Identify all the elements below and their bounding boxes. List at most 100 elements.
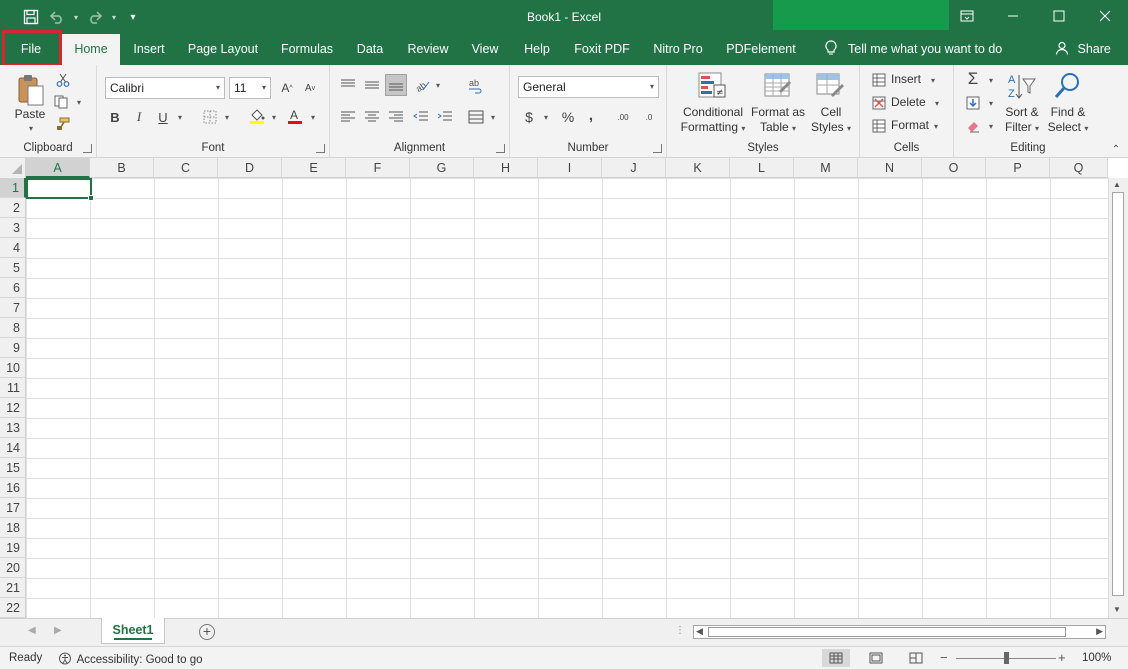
share-button[interactable]: Share [1055, 34, 1111, 65]
delete-cells-button[interactable]: Delete [891, 95, 926, 109]
scroll-sheets-left-icon[interactable]: ◀ [28, 625, 36, 636]
column-header-g[interactable]: G [410, 158, 474, 178]
delete-cells-icon[interactable] [870, 94, 888, 112]
zoom-out-icon[interactable]: − [940, 650, 948, 665]
column-header-n[interactable]: N [858, 158, 922, 178]
tab-data[interactable]: Data [348, 34, 392, 65]
row-header-7[interactable]: 7 [0, 298, 26, 318]
number-format-dropdown-icon[interactable]: ▾ [650, 77, 654, 97]
increase-decimal-button[interactable]: .00 [610, 105, 636, 129]
tab-foxit-pdf[interactable]: Foxit PDF [570, 34, 634, 65]
maximize-icon[interactable] [1036, 0, 1082, 32]
tell-me-search[interactable]: Tell me what you want to do [822, 34, 1002, 65]
autosum-icon[interactable]: Σ [962, 69, 984, 89]
row-header-15[interactable]: 15 [0, 458, 26, 478]
format-cells-icon[interactable] [870, 117, 888, 135]
scroll-left-icon[interactable]: ◀ [696, 626, 703, 637]
row-header-3[interactable]: 3 [0, 218, 26, 238]
scroll-right-icon[interactable]: ▶ [1096, 626, 1103, 637]
fill-icon[interactable] [963, 93, 983, 113]
increase-font-size-icon[interactable]: A ^ [277, 77, 297, 99]
find-select-icon[interactable] [1050, 69, 1084, 103]
row-header-6[interactable]: 6 [0, 278, 26, 298]
column-header-b[interactable]: B [90, 158, 154, 178]
row-header-12[interactable]: 12 [0, 398, 26, 418]
copy-icon[interactable] [52, 93, 72, 111]
format-painter-icon[interactable] [54, 115, 72, 133]
ribbon-display-options-icon[interactable] [944, 0, 990, 32]
row-header-13[interactable]: 13 [0, 418, 26, 438]
row-header-21[interactable]: 21 [0, 578, 26, 598]
normal-view-icon[interactable] [822, 649, 850, 667]
bottom-align-icon[interactable] [385, 74, 407, 96]
insert-cells-icon[interactable] [870, 71, 888, 89]
tab-insert[interactable]: Insert [124, 34, 174, 65]
row-header-11[interactable]: 11 [0, 378, 26, 398]
scroll-sheets-right-icon[interactable]: ▶ [54, 625, 62, 636]
row-header-1[interactable]: 1 [0, 178, 26, 198]
align-right-icon[interactable] [386, 107, 406, 127]
delete-cells-dropdown-icon[interactable]: ▾ [932, 97, 942, 109]
row-header-22[interactable]: 22 [0, 598, 26, 618]
font-size-dropdown-icon[interactable]: ▾ [262, 78, 266, 98]
tab-split-handle-icon[interactable]: ⋮ [675, 625, 685, 636]
row-header-18[interactable]: 18 [0, 518, 26, 538]
font-size-combo[interactable]: 11 ▾ [229, 77, 271, 99]
underline-dropdown-icon[interactable]: ▾ [175, 111, 185, 123]
font-launcher-icon[interactable] [316, 144, 325, 153]
currency-dropdown-icon[interactable]: ▾ [541, 111, 551, 123]
clear-dropdown-icon[interactable]: ▾ [986, 120, 996, 132]
row-header-14[interactable]: 14 [0, 438, 26, 458]
merge-center-icon[interactable] [466, 107, 486, 127]
row-header-17[interactable]: 17 [0, 498, 26, 518]
zoom-slider-thumb[interactable] [1004, 652, 1009, 664]
vertical-scroll-thumb[interactable] [1112, 192, 1124, 596]
fill-dropdown-icon[interactable]: ▾ [986, 97, 996, 109]
alignment-launcher-icon[interactable] [496, 144, 505, 153]
collapse-ribbon-icon[interactable]: ⌃ [1108, 144, 1124, 156]
orientation-dropdown-icon[interactable]: ▾ [433, 79, 443, 91]
tab-pdfelement[interactable]: PDFelement [722, 34, 800, 65]
sort-filter-icon[interactable]: AZ [1004, 69, 1038, 103]
font-color-icon[interactable]: A [284, 105, 306, 127]
tab-formulas[interactable]: Formulas [274, 34, 340, 65]
comma-style-button[interactable]: , [584, 105, 598, 125]
close-icon[interactable] [1082, 0, 1128, 32]
fill-color-dropdown-icon[interactable]: ▾ [269, 111, 279, 123]
number-format-combo[interactable]: General ▾ [518, 76, 659, 98]
cell-grid[interactable] [26, 178, 1108, 618]
zoom-in-icon[interactable]: + [1058, 650, 1066, 665]
active-cell[interactable] [26, 178, 92, 199]
cut-icon[interactable] [54, 71, 72, 89]
font-name-combo[interactable]: Calibri ▾ [105, 77, 225, 99]
orientation-icon[interactable]: ab [411, 75, 433, 95]
insert-cells-button[interactable]: Insert [891, 72, 921, 86]
align-center-icon[interactable] [362, 107, 382, 127]
minimize-icon[interactable] [990, 0, 1036, 32]
sheet-tab-sheet1[interactable]: Sheet1 [101, 618, 165, 644]
sort-filter-button[interactable]: Sort & Filter ▾ [998, 105, 1046, 136]
paste-label[interactable]: Paste [10, 107, 50, 122]
middle-align-icon[interactable] [362, 75, 382, 95]
number-launcher-icon[interactable] [653, 144, 662, 153]
column-header-f[interactable]: F [346, 158, 410, 178]
row-header-10[interactable]: 10 [0, 358, 26, 378]
row-header-20[interactable]: 20 [0, 558, 26, 578]
format-as-table-icon[interactable] [761, 69, 795, 103]
decrease-decimal-button[interactable]: .0 [636, 105, 662, 129]
insert-cells-dropdown-icon[interactable]: ▾ [928, 74, 938, 86]
zoom-level[interactable]: 100% [1082, 652, 1111, 664]
tab-help[interactable]: Help [516, 34, 558, 65]
wrap-text-icon[interactable]: ab [464, 75, 486, 97]
percent-button[interactable]: % [558, 107, 578, 127]
clear-icon[interactable] [963, 116, 983, 136]
horizontal-scroll-thumb[interactable] [708, 627, 1066, 637]
italic-button[interactable]: I [130, 107, 148, 127]
row-header-8[interactable]: 8 [0, 318, 26, 338]
column-header-d[interactable]: D [218, 158, 282, 178]
tab-review[interactable]: Review [400, 34, 456, 65]
conditional-formatting-icon[interactable]: ≠ [695, 69, 729, 103]
column-header-h[interactable]: H [474, 158, 538, 178]
row-header-5[interactable]: 5 [0, 258, 26, 278]
add-sheet-icon[interactable]: + [199, 624, 215, 640]
